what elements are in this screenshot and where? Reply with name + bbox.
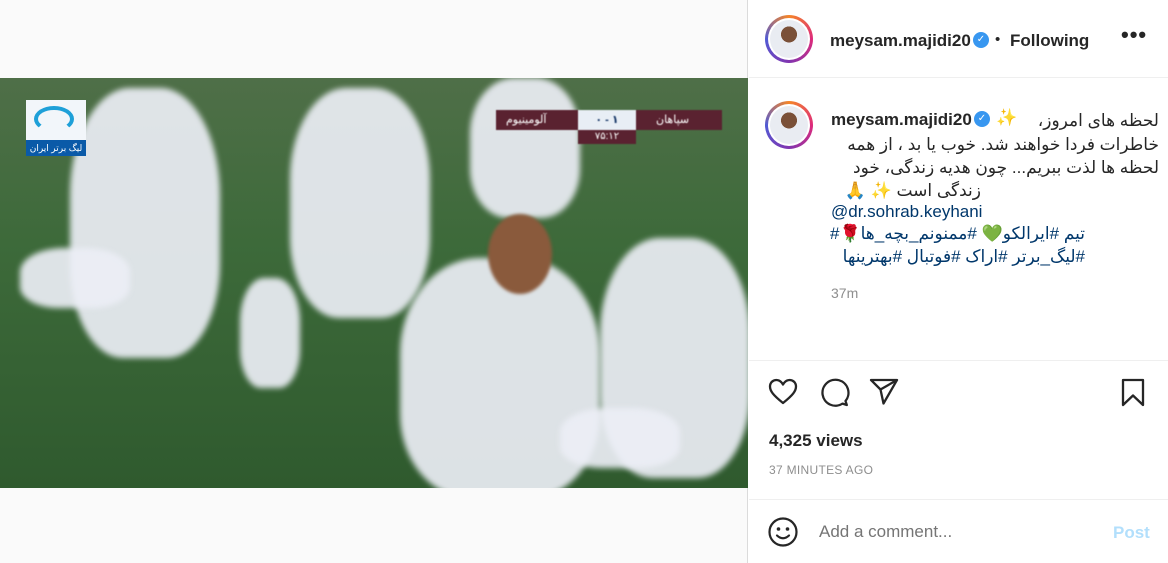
verified-icon: ✓: [973, 32, 989, 48]
caption-avatar[interactable]: [765, 101, 813, 149]
header-username[interactable]: meysam.majidi20: [830, 31, 971, 51]
scoreboard-clock: ۷۵:۱۲: [594, 131, 620, 142]
caption-time[interactable]: 37m: [831, 285, 858, 301]
hashtag-line[interactable]: #لیگ_برتر #اراک #فوتبال #بهترینها: [831, 245, 1085, 269]
player-head: [488, 214, 552, 294]
player-figure: [470, 78, 580, 218]
player-figure: [70, 88, 220, 358]
post-button[interactable]: Post: [1113, 523, 1150, 543]
verified-icon: ✓: [974, 111, 990, 127]
caption-line: زندگی است ✨ 🙏: [844, 181, 981, 200]
post-details-panel: meysam.majidi20 ✓ • Following ••• meysam…: [749, 0, 1168, 563]
comment-bar: Post: [749, 499, 1168, 563]
tv-channel-logo: لیگ برتر ایران: [26, 100, 86, 156]
avatar[interactable]: [765, 15, 813, 63]
scoreboard-away: آلومینیوم: [506, 114, 547, 126]
actions-divider: [749, 360, 1168, 361]
heart-icon[interactable]: [767, 376, 799, 408]
caption-line: لحظه های امروز،: [1037, 111, 1159, 130]
scoreboard-score: ۰ - ۱: [595, 114, 619, 126]
player-figure: [290, 88, 430, 318]
mention-link[interactable]: @dr.sohrab.keyhani: [831, 200, 1159, 224]
share-icon[interactable]: [868, 376, 900, 408]
caption-username[interactable]: meysam.majidi20: [831, 110, 972, 130]
comment-icon[interactable]: [818, 376, 850, 408]
player-leg: [20, 248, 130, 308]
scoreboard-home: سپاهان: [656, 114, 690, 126]
bookmark-icon[interactable]: [1117, 376, 1149, 408]
player-leg: [240, 278, 300, 388]
scoreboard: آلومینیوم ۰ - ۱ سپاهان ۷۵:۱۲: [496, 110, 722, 144]
comment-input[interactable]: [819, 522, 1099, 542]
post-media-panel: لیگ برتر ایران آلومینیوم ۰ - ۱ سپاهان ۷۵…: [0, 0, 748, 563]
emoji-icon[interactable]: [767, 516, 799, 548]
post-header: meysam.majidi20 ✓ • Following •••: [749, 0, 1168, 78]
separator-dot: •: [995, 31, 1001, 48]
view-count[interactable]: 4,325 views: [769, 431, 863, 451]
caption-line: خاطرات فردا خواهند شد. خوب یا بد ، از هم…: [847, 135, 1159, 154]
hashtag-line[interactable]: تیم #ایرالکو💚 #ممنونم_بچه_ها🌹#: [830, 222, 1085, 246]
more-icon[interactable]: •••: [1121, 22, 1147, 48]
following-button[interactable]: Following: [1010, 31, 1089, 51]
caption-line: لحظه ها لذت ببریم... چون هدیه زندگی، خود: [853, 158, 1159, 177]
sparkle-emoji: ✨: [996, 108, 1018, 127]
posted-time[interactable]: 37 MINUTES AGO: [769, 463, 873, 477]
player-leg: [560, 408, 680, 468]
